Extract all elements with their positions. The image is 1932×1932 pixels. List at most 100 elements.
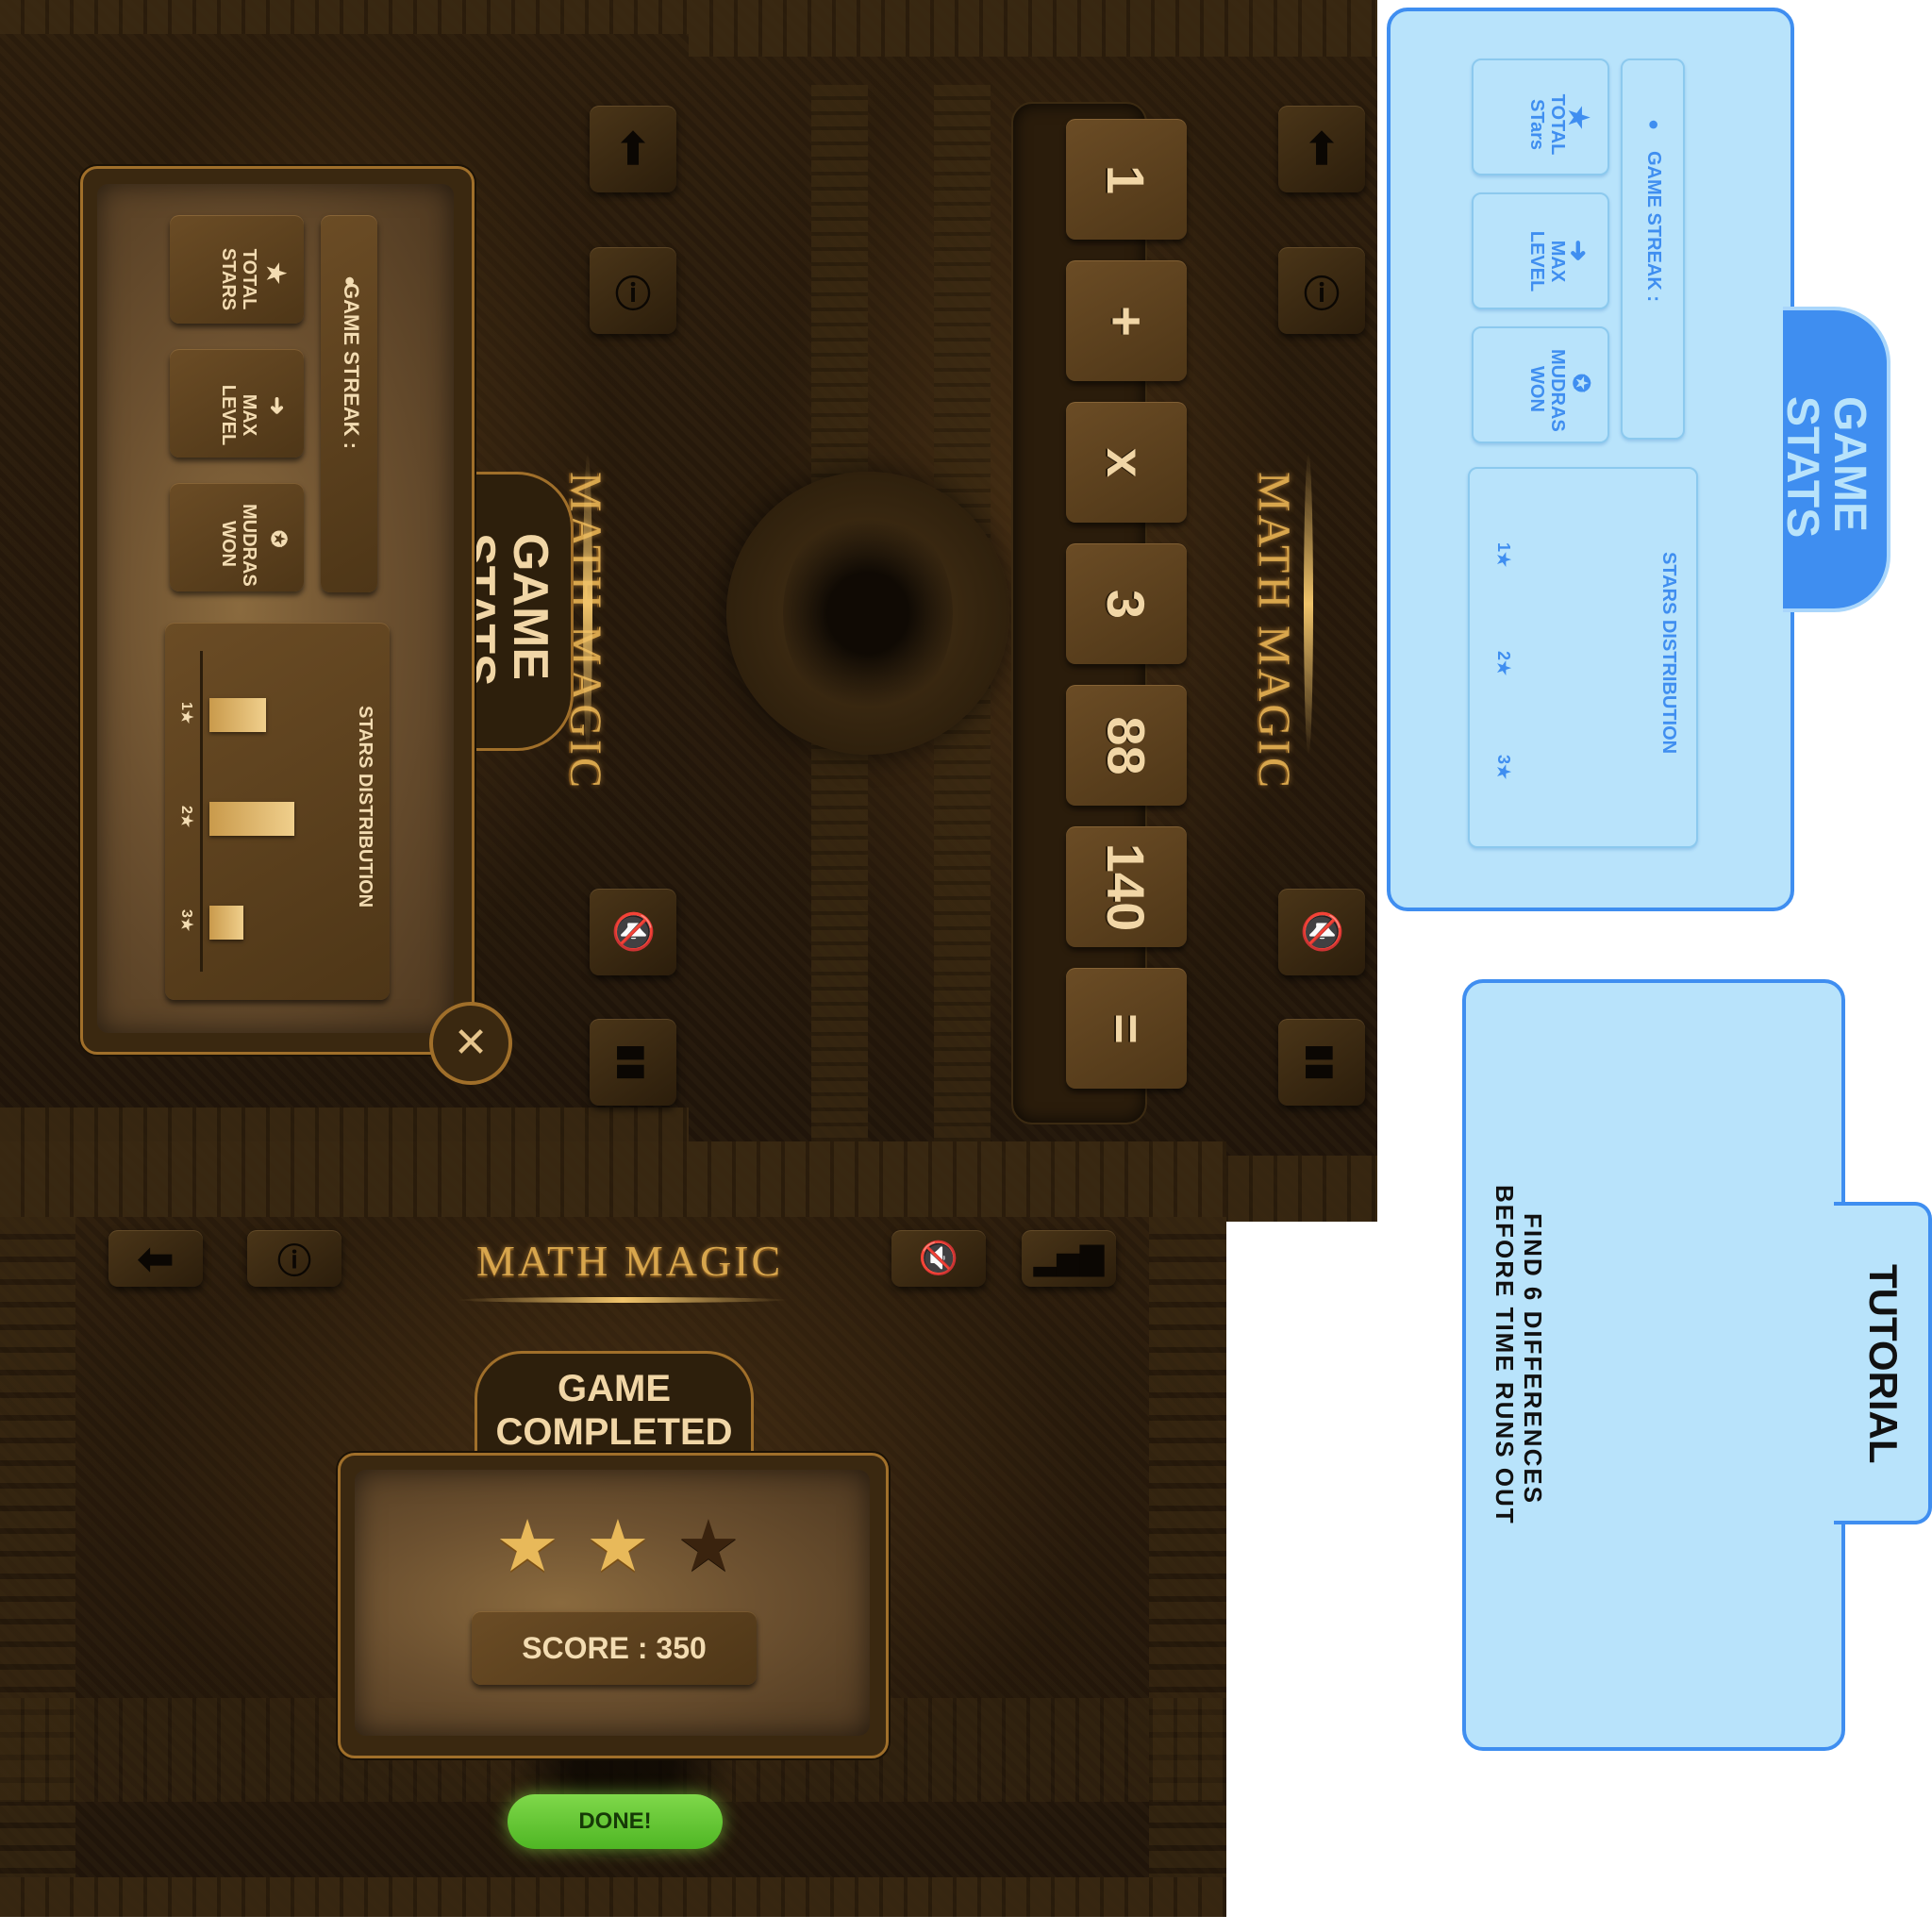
- blue-distribution-label-1: 1★: [1494, 542, 1513, 568]
- distribution-axis: [200, 651, 203, 972]
- equation-tile[interactable]: 1: [1066, 119, 1187, 240]
- mudras-won-tile: ✪ MUDRAS WON: [170, 483, 304, 591]
- info-icon: ⓘ: [276, 1241, 311, 1280]
- arrow-left-icon: ⬅: [137, 1234, 175, 1283]
- back-button[interactable]: ⬆: [1278, 106, 1365, 192]
- blue-mudras-won-tile: ✪ MUDRAS WON: [1472, 326, 1609, 443]
- medal-icon: ✪: [1568, 374, 1593, 393]
- completed-title-line2: COMPLETED: [495, 1411, 733, 1453]
- back-button[interactable]: ⬆: [590, 106, 676, 192]
- blue-distribution-label-2: 2★: [1494, 651, 1513, 676]
- close-icon: ✕: [453, 1020, 489, 1066]
- tutorial-line1: FIND 6 DIFFERENCES: [1519, 1213, 1547, 1506]
- tutorial-line2: BEFORE TIME RUNS OUT: [1491, 1185, 1519, 1525]
- stats-button[interactable]: ▂▅▇: [1022, 1230, 1116, 1287]
- info-button[interactable]: ⓘ: [247, 1230, 341, 1287]
- close-button[interactable]: ✕: [429, 1002, 512, 1085]
- done-button-label: DONE!: [578, 1808, 652, 1834]
- equation-tile[interactable]: 88: [1066, 685, 1187, 806]
- blue-mudras-won-label: MUDRAS WON: [1526, 349, 1568, 432]
- score-label: SCORE : 350: [522, 1631, 707, 1665]
- decor-border-top: [689, 0, 1377, 57]
- equation-tile[interactable]: x: [1066, 402, 1187, 523]
- distribution-label-3: 3★: [178, 909, 194, 932]
- info-button[interactable]: ⓘ: [590, 247, 676, 334]
- stats-button[interactable]: ▮▮: [590, 1019, 676, 1106]
- star-icon: ★: [495, 1507, 560, 1587]
- medal-icon: ✪: [267, 530, 291, 548]
- distribution-bar-2: [209, 802, 294, 836]
- distribution-bar-1: [209, 698, 266, 732]
- stars-distribution-title: STARS DISTRIBUTION: [355, 706, 375, 908]
- star-icon: ★: [585, 1507, 651, 1587]
- done-button[interactable]: DONE!: [508, 1794, 723, 1849]
- flame-icon: ●: [340, 275, 360, 288]
- equation-tile[interactable]: 140: [1066, 826, 1187, 947]
- completed-title-line1: GAME: [558, 1368, 671, 1409]
- arrow-up-icon: ⬆: [1303, 125, 1341, 174]
- distribution-label-1: 1★: [178, 702, 194, 724]
- completed-title-tab: GAME COMPLETED: [475, 1351, 754, 1469]
- info-icon: ⓘ: [1303, 275, 1340, 315]
- distribution-label-2: 2★: [178, 806, 194, 828]
- equation-tile[interactable]: =: [1066, 968, 1187, 1089]
- app-logo: MATH MAGIC: [476, 1237, 784, 1285]
- star-icon: ★: [675, 1507, 741, 1587]
- bar-chart-icon: ▮▮: [614, 1043, 653, 1081]
- blue-stars-distribution-title: STARS DISTRIBUTION: [1658, 552, 1679, 755]
- max-level-tile: ➜ MAX LEVEL: [170, 349, 304, 458]
- blue-max-level-tile: ➜ MAX LEVEL: [1472, 192, 1609, 309]
- equation-tile-label: 3: [1096, 589, 1157, 619]
- mute-button[interactable]: 🔇: [891, 1230, 986, 1287]
- equation-tile-label: +: [1096, 305, 1157, 337]
- arrow-up-icon: ⬆: [614, 125, 652, 174]
- completed-screen: ⬅ ⓘ 🔇 ▂▅▇ MATH MAGIC GAME COMPLETED ★ ★ ★ …: [0, 1141, 1226, 1917]
- app-logo: MATH MAGIC: [1249, 472, 1299, 791]
- tree-of-life-emblem: [726, 472, 1009, 755]
- decor-border-top: [0, 1141, 1226, 1217]
- flame-icon: ●: [1643, 119, 1664, 131]
- speaker-mute-icon: 🔇: [612, 909, 653, 955]
- info-icon: ⓘ: [614, 275, 651, 315]
- decor-border-bottom: [0, 1877, 1226, 1917]
- blue-distribution-label-3: 3★: [1494, 755, 1513, 780]
- back-button[interactable]: ⬅: [108, 1230, 203, 1287]
- total-stars-label: TOTAL STARS: [218, 247, 259, 311]
- logo-swash: [458, 1297, 788, 1303]
- blue-total-stars-tile: ★ TOTAL STars: [1472, 58, 1609, 175]
- arrow-up-icon: ➜: [264, 396, 290, 416]
- equation-tile-label: 1: [1096, 164, 1157, 194]
- score-box: SCORE : 350: [472, 1611, 757, 1685]
- tutorial-title: TUTORIAL: [1861, 1264, 1906, 1464]
- speaker-mute-icon: 🔇: [1301, 909, 1341, 955]
- stats-screen: ⬆ ⓘ 🔇 ▮▮ MATH MAGIC GAME STATS GAME STRE…: [0, 0, 689, 1141]
- max-level-label: MAX LEVEL: [218, 384, 259, 446]
- equation-tile-label: 88: [1096, 715, 1157, 775]
- equation-tile[interactable]: 3: [1066, 543, 1187, 664]
- blue-game-streak-label: GAME STREAK :: [1643, 151, 1664, 302]
- tutorial-mockup: TUTORIAL FIND 6 DIFFERENCES BEFORE TIME …: [1453, 972, 1932, 1755]
- stats-button[interactable]: ▮▮: [1278, 1019, 1365, 1106]
- logo-swash: [1304, 453, 1313, 755]
- blue-max-level-label: MAX LEVEL: [1526, 230, 1568, 292]
- mute-button[interactable]: 🔇: [590, 889, 676, 975]
- total-stars-tile: ★ TOTAL STARS: [170, 215, 304, 324]
- mudras-won-label: MUDRAS WON: [218, 504, 259, 587]
- equation-tile-label: =: [1096, 1012, 1157, 1044]
- game-streak-label: GAME STREAK :: [340, 283, 363, 449]
- mute-button[interactable]: 🔇: [1278, 889, 1365, 975]
- distribution-bar-3: [209, 906, 243, 940]
- speaker-mute-icon: 🔇: [918, 1241, 959, 1276]
- decor-border-bottom: [0, 1108, 689, 1141]
- equation-tile-label: 140: [1096, 842, 1157, 931]
- bar-chart-icon: ▂▅▇: [1034, 1241, 1104, 1275]
- bar-chart-icon: ▮▮: [1303, 1043, 1341, 1081]
- info-button[interactable]: ⓘ: [1278, 247, 1365, 334]
- blue-stats-mockup: GAME STATS ● GAME STREAK : ★ TOTAL STars…: [1377, 0, 1932, 924]
- logo-swash: [583, 453, 592, 755]
- equation-tile[interactable]: +: [1066, 260, 1187, 381]
- star-rating: ★ ★ ★: [495, 1509, 741, 1585]
- equation-tile-label: x: [1096, 447, 1157, 477]
- star-icon: ★: [262, 262, 291, 285]
- blue-stats-title: GAME STATS: [1777, 396, 1874, 539]
